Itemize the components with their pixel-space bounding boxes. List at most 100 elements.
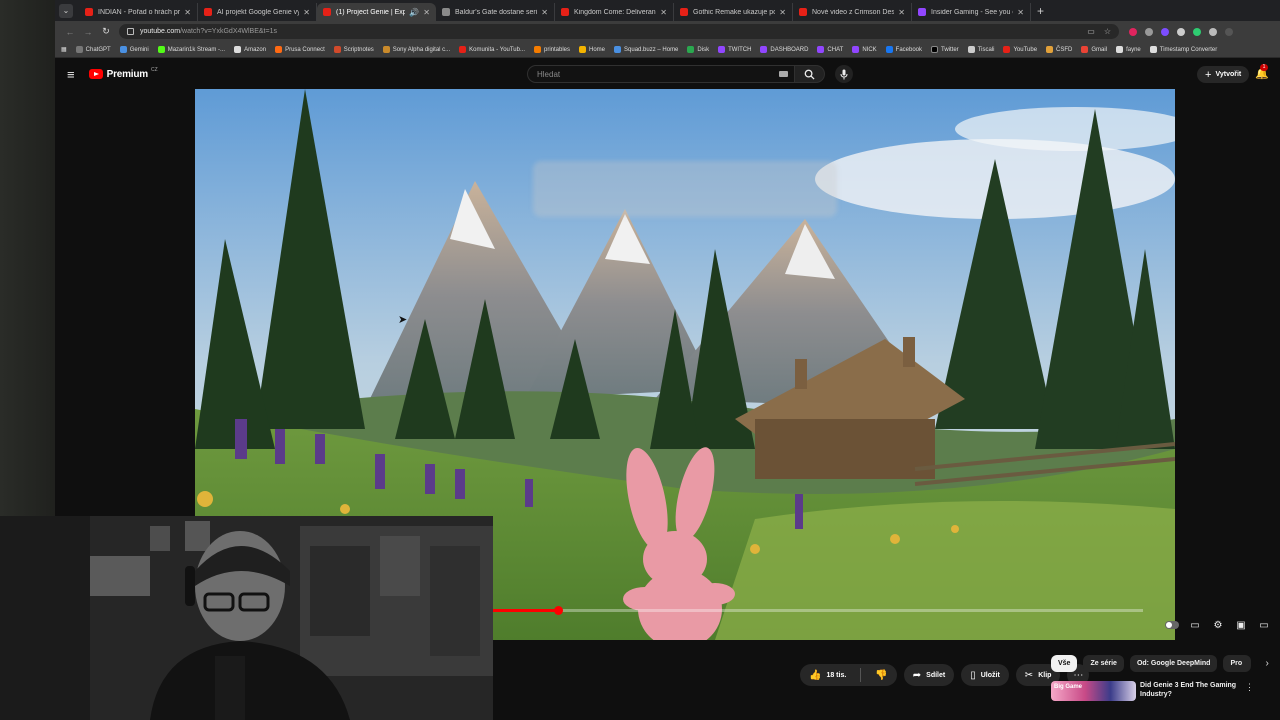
tab-search-icon[interactable]: ⌄ xyxy=(59,3,73,18)
star-icon[interactable]: ☆ xyxy=(1104,27,1111,36)
close-icon[interactable]: ✕ xyxy=(660,8,667,17)
close-icon[interactable]: ✕ xyxy=(423,8,430,17)
autoplay-toggle[interactable] xyxy=(1165,621,1179,629)
bookmark[interactable]: ČSFD xyxy=(1046,46,1072,53)
chip-from-channel[interactable]: Od: Google DeepMind xyxy=(1129,655,1218,672)
tab-2-active[interactable]: (1) Project Genie | Experime🔊 ✕ xyxy=(317,3,436,21)
new-tab-icon[interactable]: + xyxy=(1037,4,1044,18)
chip-all[interactable]: Vše xyxy=(1051,655,1078,672)
chip-from-series[interactable]: Ze série xyxy=(1083,655,1124,672)
bookmark[interactable]: Prusa Connect xyxy=(275,46,325,53)
tab-title: Insider Gaming - See you on th xyxy=(931,8,1013,16)
close-icon[interactable]: ✕ xyxy=(541,8,548,17)
gear-icon[interactable]: ⚙ xyxy=(1211,618,1225,632)
tab-5[interactable]: Gothic Remake ukazuje pokrok ✕ xyxy=(674,3,793,21)
close-icon[interactable]: ✕ xyxy=(184,8,191,17)
bookmark[interactable]: TWITCH xyxy=(718,46,751,53)
chip-for-you[interactable]: Pro xyxy=(1223,655,1252,672)
address-bar[interactable]: youtube.com/watch?v=YxkGdX4WlBE&t=1s ▭ ☆ xyxy=(119,24,1119,39)
recommendation-title[interactable]: Did Genie 3 End The Gaming Industry? xyxy=(1140,681,1240,701)
youtube-logo[interactable]: Premium CZ xyxy=(88,67,158,80)
notifications-button[interactable]: 🔔 1 xyxy=(1255,64,1269,80)
youtube-icon xyxy=(204,8,212,16)
bookmark[interactable]: ChatGPT xyxy=(75,46,111,53)
bookmark[interactable]: printables xyxy=(534,46,570,53)
webcam-overlay xyxy=(0,516,493,720)
tab-0[interactable]: INDIAN - Pořad o hrách pro ku✕ xyxy=(79,3,198,21)
save-button[interactable]: ▯ Uložit xyxy=(961,664,1009,686)
recommendation-thumbnail[interactable]: Big Game xyxy=(1051,681,1136,701)
subtitles-icon[interactable]: ▭ xyxy=(1188,618,1202,632)
microphone-button[interactable] xyxy=(835,65,853,83)
menu-icon[interactable]: ≡ xyxy=(67,67,75,82)
bookmark[interactable]: Amazon xyxy=(234,46,266,53)
puzzle-icon[interactable] xyxy=(1209,27,1217,36)
tab-3[interactable]: Baldur's Gate dostane seriál od ✕ xyxy=(436,3,555,21)
close-icon[interactable]: ✕ xyxy=(303,8,310,17)
extension-icon[interactable] xyxy=(1161,27,1169,36)
extension-icon[interactable] xyxy=(1145,27,1153,36)
tab-4[interactable]: Kingdom Come: Deliverance 2 ✕ xyxy=(555,3,674,21)
tab-7[interactable]: Insider Gaming - See you on th ✕ xyxy=(912,3,1031,21)
theater-icon[interactable]: ▭ xyxy=(1257,618,1271,632)
speaker-icon[interactable]: 🔊 xyxy=(409,8,419,17)
download-icon[interactable] xyxy=(1225,27,1233,36)
more-vertical-icon[interactable]: ⋮ xyxy=(1245,682,1254,693)
like-button[interactable]: 👍 18 tis. xyxy=(800,664,855,686)
bookmark[interactable]: DASHBOARD xyxy=(760,46,808,53)
bookmark[interactable]: Mazarin1k Stream -... xyxy=(157,46,225,53)
reload-icon[interactable]: ↻ xyxy=(97,26,115,37)
close-icon[interactable]: ✕ xyxy=(898,8,905,17)
tab-strip: ⌄ INDIAN - Pořad o hrách pro ku✕ AI proj… xyxy=(55,0,1280,21)
create-label: Vytvořit xyxy=(1215,71,1242,78)
extension-icon[interactable] xyxy=(1129,27,1137,36)
search-button[interactable] xyxy=(795,65,825,83)
extension-icon[interactable] xyxy=(1193,27,1201,36)
back-icon[interactable]: ← xyxy=(61,27,79,37)
dislike-button[interactable]: 👎 xyxy=(866,664,896,686)
clip-label: Klip xyxy=(1038,671,1052,679)
blurred-overlay xyxy=(533,161,837,217)
bookmark[interactable]: Home xyxy=(579,46,605,53)
tab-title: AI projekt Google Genie vystrašil xyxy=(217,8,299,16)
bookmark[interactable]: Facebook xyxy=(885,46,922,53)
url-host: youtube.com xyxy=(140,28,181,35)
progress-bar[interactable] xyxy=(493,606,1143,615)
tab-title: Kingdom Come: Deliverance 2 xyxy=(574,8,656,16)
tab-6[interactable]: Nové video z Crimson Desert u✕ xyxy=(793,3,912,21)
bookmark[interactable]: Tiscali xyxy=(967,46,994,53)
youtube-icon xyxy=(561,8,569,16)
forward-icon[interactable]: → xyxy=(79,27,97,37)
bookmark[interactable]: NICK xyxy=(852,46,877,53)
like-dislike: 👍 18 tis. 👎 xyxy=(800,664,897,686)
close-icon[interactable]: ✕ xyxy=(779,8,786,17)
progress-scrubber[interactable] xyxy=(554,606,563,615)
bookmark[interactable]: Timestamp Converter xyxy=(1149,46,1217,53)
site-info-icon[interactable] xyxy=(127,28,134,35)
chevron-right-icon[interactable]: › xyxy=(1265,658,1268,669)
extension-icon[interactable] xyxy=(1177,27,1185,36)
miniplayer-icon[interactable]: ▣ xyxy=(1234,618,1248,632)
bookmark[interactable]: Scriptnotes xyxy=(333,46,374,53)
bookmark[interactable]: Sony Alpha digital c... xyxy=(382,46,450,53)
share-button[interactable]: ➦ Sdílet xyxy=(903,664,955,686)
bookmark[interactable]: Disk xyxy=(687,46,709,53)
bookmark[interactable]: CHAT xyxy=(817,46,843,53)
bookmark[interactable]: Gemini xyxy=(119,46,149,53)
webcam-feed xyxy=(0,516,493,720)
create-button[interactable]: + Vytvořit xyxy=(1197,66,1250,83)
apps-icon[interactable]: ▦ xyxy=(61,46,67,53)
bookmark[interactable]: Gmail xyxy=(1081,46,1107,53)
bookmark[interactable]: Squad.buzz – Home xyxy=(614,46,678,53)
youtube-icon xyxy=(680,8,688,16)
keyboard-icon[interactable] xyxy=(779,71,788,77)
search-input[interactable]: Hledat xyxy=(527,65,795,83)
bookmark[interactable]: Komunita - YouTub... xyxy=(459,46,525,53)
close-icon[interactable]: ✕ xyxy=(1017,8,1024,17)
plus-icon: + xyxy=(1205,68,1212,81)
tab-1[interactable]: AI projekt Google Genie vystrašil ✕ xyxy=(198,3,317,21)
bookmark[interactable]: Twitter xyxy=(931,46,959,53)
cast-icon[interactable]: ▭ xyxy=(1087,27,1095,36)
bookmark[interactable]: fayne xyxy=(1116,46,1141,53)
bookmark[interactable]: YouTube xyxy=(1003,46,1037,53)
